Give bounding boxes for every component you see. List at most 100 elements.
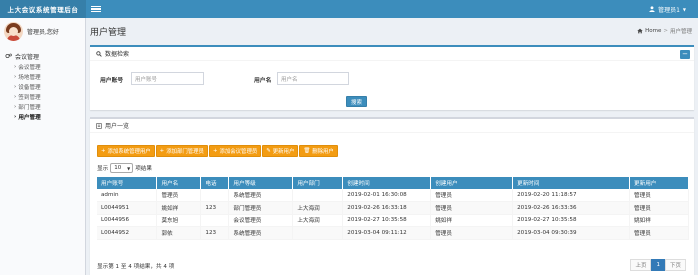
column-header[interactable]: 更新时间 (512, 177, 630, 189)
search-form: 用户账号 用户账号 用户名 用户名 (90, 72, 694, 86)
column-header[interactable]: 用户账号 (97, 177, 158, 189)
search-panel-header: 数据检索 (90, 47, 694, 61)
sidebar-item-checkin[interactable]: › 签到管理 (0, 92, 85, 102)
search-panel: 数据检索 − 用户账号 用户账号 用户名 用户名 搜索 (90, 45, 694, 110)
sidebar-item-meeting[interactable]: › 会议管理 (0, 62, 85, 72)
table-row[interactable]: L0044956 莫东旭 会议管理员 上大海润 2019-02-27 10:35… (97, 214, 689, 227)
content-header: 用户管理 Home > 用户管理 (86, 18, 698, 44)
table-cell: 莫东旭 (156, 214, 202, 227)
sidebar-toggle-icon[interactable] (91, 5, 101, 13)
plus-icon: + (212, 148, 218, 154)
table-cell: 姚如祥 (156, 201, 202, 215)
button-label: 添加部门管理员 (166, 149, 204, 155)
table-cell: L0044952 (97, 226, 158, 240)
top-navbar: 上大会议系统管理后台 管理员1 ▼ (0, 0, 698, 18)
table-info: 显示第 1 至 4 项结果，共 4 项 (97, 264, 175, 270)
table-cell: 2019-02-27 10:35:58 (342, 214, 432, 227)
user-menu[interactable]: 管理员1 ▼ (649, 0, 686, 18)
table-cell: 姚如祥 (430, 214, 514, 227)
table-cell: 2019-03-04 09:30:39 (512, 226, 630, 240)
plus-icon: + (101, 148, 106, 154)
prev-page-button[interactable]: 上页 (630, 259, 652, 271)
table-cell: 管理员 (629, 226, 689, 240)
edit-icon: ✎ (266, 148, 271, 154)
add-dept-admin-button[interactable]: + 添加部门管理员 (155, 145, 208, 157)
add-meeting-admin-button[interactable]: + 添加会议管理员 (208, 145, 262, 157)
table-cell: 2019-02-26 16:33:18 (342, 201, 432, 215)
table-cell: 姚如祥 (629, 214, 689, 227)
collapse-button[interactable]: − (680, 50, 690, 59)
chevron-right-icon: › (14, 74, 17, 80)
delete-user-button[interactable]: 🗑 删除用户 (299, 145, 338, 157)
table-cell: 管理员 (430, 201, 514, 215)
gears-icon (5, 53, 12, 59)
page-1-button[interactable]: 1 (651, 259, 665, 271)
table-cell (200, 189, 230, 202)
trash-icon: 🗑 (303, 148, 311, 154)
sidebar-item-label: 场地管理 (18, 75, 41, 81)
breadcrumb-home[interactable]: Home (645, 28, 661, 34)
caret-down-icon: ▼ (682, 6, 686, 12)
table-row[interactable]: L0044951 姚如祥 123 部门管理员 上大海润 2019-02-26 1… (97, 201, 689, 215)
page-size-control: 显示 10 ▼ 项结果 (97, 163, 152, 173)
sidebar-item-label: 部门管理 (18, 105, 41, 111)
column-header[interactable]: 电话 (200, 177, 230, 189)
table-row[interactable]: L0044952 郭依 123 系统管理员 2019-03-04 09:11:1… (97, 226, 689, 240)
sidebar-item-device[interactable]: › 设备管理 (0, 82, 85, 92)
table-cell: 123 (200, 201, 230, 215)
table-cell: 系统管理员 (228, 189, 294, 202)
column-header[interactable]: 创建时间 (342, 177, 432, 189)
sidebar-item-label: 设备管理 (18, 85, 41, 91)
table-cell: 2019-02-20 11:18:57 (512, 189, 630, 202)
sidebar-item-label: 会议管理 (18, 65, 41, 71)
entries-label: 项结果 (135, 166, 152, 172)
button-label: 添加系统管理用户 (107, 149, 151, 155)
user-list-header: 用户一览 (90, 119, 694, 133)
sidebar: 管理员,您好 会议管理 › 会议管理 › 场地管理 › 设备管理 › 签到管理 › 部门管… (0, 18, 86, 275)
chevron-right-icon: › (14, 64, 17, 70)
breadcrumb: Home > 用户管理 (637, 27, 692, 35)
sidebar-item-department[interactable]: › 部门管理 (0, 102, 85, 112)
column-header[interactable]: 用户部门 (292, 177, 344, 189)
user-icon (649, 6, 655, 12)
user-list-title: 用户一览 (105, 123, 130, 130)
plus-icon: + (159, 148, 165, 154)
search-button[interactable]: 搜索 (346, 96, 367, 107)
account-input[interactable]: 用户账号 (131, 72, 204, 85)
chevron-right-icon: › (14, 104, 17, 110)
sidebar-section-meeting[interactable]: 会议管理 (0, 50, 85, 62)
sidebar-item-user[interactable]: › 用户管理 (0, 112, 85, 122)
name-input[interactable]: 用户名 (277, 72, 349, 85)
sidebar-item-venue[interactable]: › 场地管理 (0, 72, 85, 82)
table-cell: L0044956 (97, 214, 158, 227)
table-cell: 2019-02-26 16:33:36 (512, 201, 630, 215)
pagination: 上页 1 下页 (630, 259, 686, 271)
add-system-admin-button[interactable]: + 添加系统管理用户 (97, 145, 155, 157)
page-size-select[interactable]: 10 ▼ (110, 163, 134, 173)
table-cell (292, 226, 344, 240)
column-header[interactable]: 更新用户 (629, 177, 689, 189)
update-user-button[interactable]: ✎ 更新用户 (262, 145, 299, 157)
button-label: 删除用户 (312, 149, 334, 155)
user-table: 用户账号 用户名 电话 用户等级 用户部门 创建时间 创建用户 更新时间 更新用… (97, 177, 689, 240)
column-header[interactable]: 创建用户 (430, 177, 514, 189)
button-label: 添加会议管理员 (219, 149, 258, 155)
table-cell: 2019-03-04 09:11:12 (342, 226, 432, 240)
table-row[interactable]: admin 管理员 系统管理员 2019-02-01 16:30:08 管理员 … (97, 189, 689, 202)
table-cell: 系统管理员 (228, 226, 294, 240)
button-label: 更新用户 (272, 149, 295, 155)
table-cell: 2019-02-27 10:35:58 (512, 214, 630, 227)
column-header[interactable]: 用户名 (156, 177, 202, 189)
table-cell: 管理员 (430, 189, 514, 202)
table-cell: 管理员 (156, 189, 202, 202)
table-header-row: 用户账号 用户名 电话 用户等级 用户部门 创建时间 创建用户 更新时间 更新用… (97, 177, 689, 189)
app-brand[interactable]: 上大会议系统管理后台 (0, 0, 86, 18)
sidebar-section-label: 会议管理 (15, 53, 40, 61)
table-cell: admin (97, 189, 158, 202)
column-header[interactable]: 用户等级 (228, 177, 294, 189)
user-list-panel: 用户一览 + 添加系统管理用户 + 添加部门管理员 + 添加会议管理员 ✎ 更新用户 🗑… (90, 117, 694, 275)
account-label: 用户账号 (100, 78, 124, 84)
search-icon (96, 50, 102, 57)
search-panel-title: 数据检索 (105, 51, 130, 58)
next-page-button[interactable]: 下页 (664, 259, 686, 271)
